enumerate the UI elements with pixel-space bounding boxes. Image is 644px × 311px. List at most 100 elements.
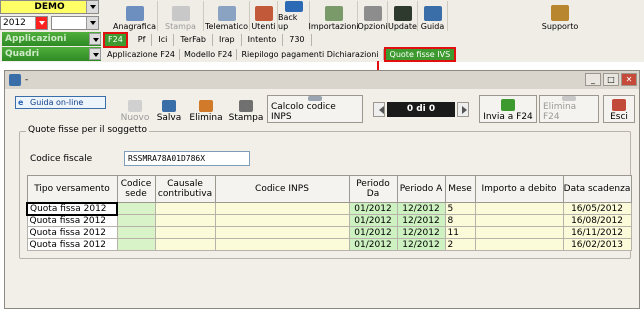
elimina-f24-button[interactable]: Elimina F24 <box>539 95 599 123</box>
chevron-down-icon[interactable] <box>89 33 101 45</box>
cell-mese[interactable]: 11 <box>444 226 476 239</box>
cell-importo[interactable] <box>474 238 564 251</box>
anagrafica-button[interactable]: Anagrafica <box>112 1 158 31</box>
calcolo-codice-inps-button[interactable]: Calcolo codice INPS <box>267 95 363 123</box>
cell-inps[interactable] <box>214 214 350 227</box>
importazioni-label: Importazioni <box>308 22 359 31</box>
previous-record-button[interactable] <box>373 102 385 117</box>
cell-periodo-a[interactable]: 12/2012 <box>396 238 446 251</box>
cell-periodo-a[interactable]: 12/2012 <box>396 202 446 215</box>
col-header-scadenza[interactable]: Data scadenza <box>562 175 632 203</box>
nuovo-button[interactable]: Nuovo <box>119 95 151 123</box>
cell-tipo[interactable]: Quota fissa 2012 <box>26 214 118 227</box>
cell-causale[interactable] <box>154 238 216 251</box>
cell-inps[interactable] <box>214 202 350 215</box>
cell-scadenza[interactable]: 16/08/2012 <box>562 214 632 227</box>
chevron-down-icon[interactable] <box>35 17 47 29</box>
cell-mese[interactable]: 2 <box>444 238 476 251</box>
maximize-button[interactable]: □ <box>603 73 619 86</box>
cell-periodo-da[interactable]: 01/2012 <box>348 202 398 215</box>
tab-intento[interactable]: Intento <box>242 34 284 46</box>
close-button[interactable]: ✕ <box>621 73 637 86</box>
table-row[interactable]: Quota fissa 2012 01/2012 12/2012 2 16/02… <box>26 238 632 251</box>
col-header-causale[interactable]: Causale contributiva <box>154 175 216 203</box>
backup-button[interactable]: Back up <box>278 1 310 31</box>
year-select[interactable]: 2012 <box>0 16 48 30</box>
col-header-importo[interactable]: Importo a debito <box>474 175 564 203</box>
table-row[interactable]: Quota fissa 2012 01/2012 12/2012 5 16/05… <box>26 201 632 216</box>
tab-ici[interactable]: Ici <box>152 34 175 46</box>
chevron-down-icon[interactable] <box>86 1 98 13</box>
col-header-tipo[interactable]: Tipo versamento <box>26 175 118 203</box>
cell-causale[interactable] <box>154 214 216 227</box>
update-button[interactable]: Update <box>388 1 418 31</box>
cell-scadenza[interactable]: 16/11/2012 <box>562 226 632 239</box>
tab-modello-f24[interactable]: Modello F24 <box>180 49 238 60</box>
elimina-button[interactable]: Elimina <box>187 95 225 123</box>
chevron-down-icon[interactable] <box>89 48 101 60</box>
cell-causale[interactable] <box>154 202 216 215</box>
guida-online-button[interactable]: Guida on-line <box>15 96 106 109</box>
invia-a-f24-button[interactable]: Invia a F24 <box>479 95 537 123</box>
cell-importo[interactable] <box>474 226 564 239</box>
cell-inps[interactable] <box>214 226 350 239</box>
cell-periodo-da[interactable]: 01/2012 <box>348 214 398 227</box>
cell-sede[interactable] <box>116 226 156 239</box>
f24-subtabs: Applicazione F24 Modello F24 Riepilogo p… <box>103 47 457 62</box>
tab-730[interactable]: 730 <box>283 34 312 46</box>
codice-fiscale-field[interactable]: RSSMRA78A01D786X <box>124 151 250 166</box>
stampa-window-label: Stampa <box>228 113 264 123</box>
stampa-button[interactable]: Stampa <box>158 1 204 31</box>
quadri-select[interactable]: Quadri <box>2 47 101 61</box>
salva-button[interactable]: Salva <box>153 95 185 123</box>
cell-tipo[interactable]: Quota fissa 2012 <box>26 238 118 251</box>
next-record-button[interactable] <box>457 102 469 117</box>
col-header-inps[interactable]: Codice INPS <box>214 175 350 203</box>
tab-pf[interactable]: Pf <box>132 34 153 46</box>
telematico-button[interactable]: Telematico <box>204 1 250 31</box>
col-header-periodo-a[interactable]: Periodo A <box>396 175 446 203</box>
minimize-button[interactable]: _ <box>585 73 601 86</box>
applicazioni-select[interactable]: Applicazioni <box>2 32 101 46</box>
tab-terfab[interactable]: TerFab <box>174 34 213 46</box>
col-header-periodo-da[interactable]: Periodo Da <box>348 175 398 203</box>
secondary-select[interactable] <box>51 16 99 30</box>
chevron-down-icon[interactable] <box>86 17 98 29</box>
cell-sede[interactable] <box>116 214 156 227</box>
cell-scadenza[interactable]: 16/02/2013 <box>562 238 632 251</box>
esci-button[interactable]: Esci <box>603 95 635 123</box>
guida-button[interactable]: Guida <box>418 1 448 31</box>
cell-importo[interactable] <box>474 202 564 215</box>
table-row[interactable]: Quota fissa 2012 01/2012 12/2012 11 16/1… <box>26 226 632 239</box>
utenti-button[interactable]: Utenti <box>250 1 278 31</box>
cell-causale[interactable] <box>154 226 216 239</box>
cell-tipo[interactable]: Quota fissa 2012 <box>26 201 118 216</box>
company-select-value: DEMO <box>34 2 65 12</box>
tab-f24[interactable]: F24 <box>103 32 128 48</box>
importazioni-button[interactable]: Importazioni <box>308 1 359 31</box>
cell-importo[interactable] <box>474 214 564 227</box>
cell-mese[interactable]: 5 <box>444 202 476 215</box>
supporto-button[interactable]: Supporto <box>534 1 586 31</box>
cell-sede[interactable] <box>116 238 156 251</box>
stampa-window-button[interactable]: Stampa <box>227 95 265 123</box>
col-header-sede[interactable]: Codice sede <box>116 175 156 203</box>
cell-periodo-da[interactable]: 01/2012 <box>348 238 398 251</box>
cell-sede[interactable] <box>116 202 156 215</box>
company-select[interactable]: DEMO <box>0 0 99 14</box>
cell-inps[interactable] <box>214 238 350 251</box>
cell-tipo[interactable]: Quota fissa 2012 <box>26 226 118 239</box>
cell-periodo-da[interactable]: 01/2012 <box>348 226 398 239</box>
tab-irap[interactable]: Irap <box>213 34 242 46</box>
tab-quote-fisse-ivs[interactable]: Quote fisse IVS <box>383 47 457 62</box>
cell-scadenza[interactable]: 16/05/2012 <box>562 202 632 215</box>
tab-applicazione-f24[interactable]: Applicazione F24 <box>103 49 181 60</box>
col-header-mese[interactable]: Mese <box>444 175 476 203</box>
tab-riepilogo-pagamenti[interactable]: Riepilogo pagamenti Dichiarazioni <box>237 49 384 60</box>
opzioni-button[interactable]: Opzioni <box>358 1 388 31</box>
table-row[interactable]: Quota fissa 2012 01/2012 12/2012 8 16/08… <box>26 214 632 227</box>
cell-mese[interactable]: 8 <box>444 214 476 227</box>
cell-periodo-a[interactable]: 12/2012 <box>396 226 446 239</box>
year-select-value: 2012 <box>3 18 26 28</box>
cell-periodo-a[interactable]: 12/2012 <box>396 214 446 227</box>
